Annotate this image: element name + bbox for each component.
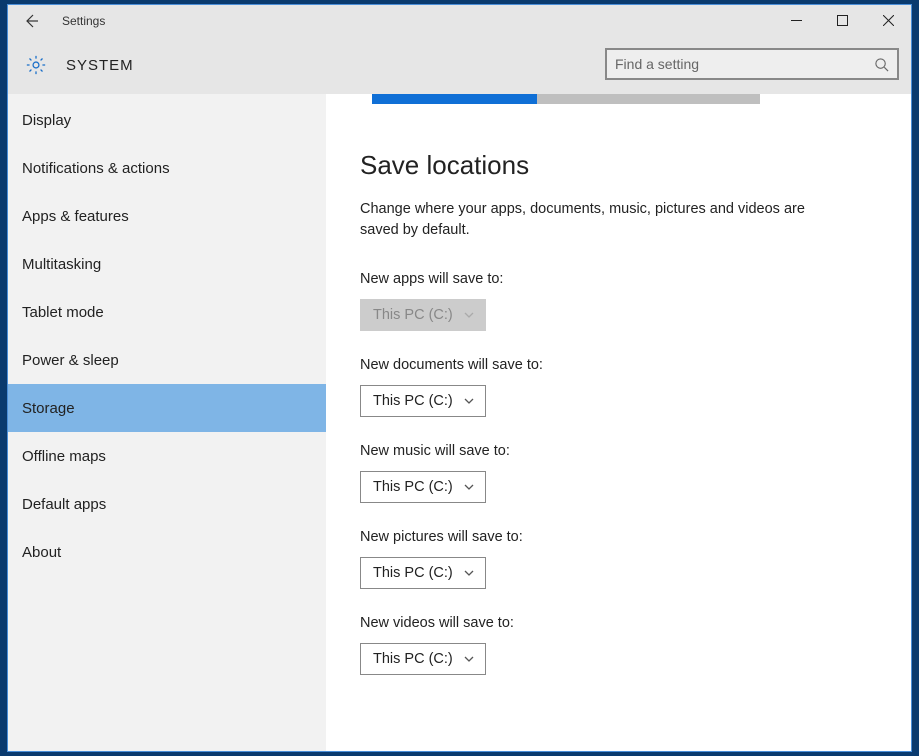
sidebar-item-label: Display — [22, 112, 71, 129]
content-pane: Save locations Change where your apps, d… — [326, 94, 911, 751]
sidebar-item-label: Storage — [22, 400, 75, 417]
chevron-down-icon — [463, 653, 475, 665]
sidebar-item-label: Power & sleep — [22, 352, 119, 369]
dropdown-value: This PC (C:) — [373, 307, 453, 323]
window-title: Settings — [62, 14, 105, 28]
header: SYSTEM Find a setting — [8, 36, 911, 94]
sidebar-item-storage[interactable]: Storage — [8, 384, 326, 432]
location-dropdown[interactable]: This PC (C:) — [360, 643, 486, 675]
chevron-down-icon — [463, 395, 475, 407]
location-dropdown[interactable]: This PC (C:) — [360, 385, 486, 417]
minimize-icon — [791, 15, 802, 26]
sidebar-item-label: Notifications & actions — [22, 160, 170, 177]
field-label: New pictures will save to: — [360, 529, 877, 545]
location-dropdown[interactable]: This PC (C:) — [360, 557, 486, 589]
sidebar: Display Notifications & actions Apps & fea… — [8, 94, 326, 751]
close-button[interactable] — [865, 5, 911, 36]
sidebar-item-notifications-actions[interactable]: Notifications & actions — [8, 144, 326, 192]
save-location-field: New music will save to: This PC (C:) — [360, 443, 877, 503]
dropdown-value: This PC (C:) — [373, 479, 453, 495]
sidebar-item-about[interactable]: About — [8, 528, 326, 576]
search-icon — [874, 57, 889, 72]
arrow-left-icon — [23, 13, 39, 29]
sidebar-item-power-sleep[interactable]: Power & sleep — [8, 336, 326, 384]
section-heading: Save locations — [360, 150, 877, 181]
back-button[interactable] — [8, 5, 54, 36]
gear-icon — [25, 54, 47, 76]
field-label: New videos will save to: — [360, 615, 877, 631]
field-label: New apps will save to: — [360, 271, 877, 287]
storage-usage-bar — [372, 94, 760, 104]
sidebar-item-default-apps[interactable]: Default apps — [8, 480, 326, 528]
maximize-icon — [837, 15, 848, 26]
close-icon — [883, 15, 894, 26]
sidebar-item-label: Apps & features — [22, 208, 129, 225]
page-title: SYSTEM — [66, 57, 134, 74]
maximize-button[interactable] — [819, 5, 865, 36]
section-description: Change where your apps, documents, music… — [360, 199, 830, 241]
titlebar: Settings — [8, 5, 911, 36]
save-location-field: New videos will save to: This PC (C:) — [360, 615, 877, 675]
minimize-button[interactable] — [773, 5, 819, 36]
body: Display Notifications & actions Apps & fea… — [8, 94, 911, 751]
sidebar-item-label: Multitasking — [22, 256, 101, 273]
settings-gear-icon — [24, 53, 48, 77]
save-location-field: New documents will save to: This PC (C:) — [360, 357, 877, 417]
window-controls — [773, 5, 911, 36]
sidebar-item-label: About — [22, 544, 61, 561]
storage-usage-fill — [372, 94, 537, 104]
field-label: New music will save to: — [360, 443, 877, 459]
save-location-field: New apps will save to: This PC (C:) — [360, 271, 877, 331]
search-input[interactable]: Find a setting — [605, 48, 899, 80]
chevron-down-icon — [463, 309, 475, 321]
sidebar-item-multitasking[interactable]: Multitasking — [8, 240, 326, 288]
chevron-down-icon — [463, 567, 475, 579]
field-label: New documents will save to: — [360, 357, 877, 373]
dropdown-value: This PC (C:) — [373, 565, 453, 581]
chevron-down-icon — [463, 481, 475, 493]
sidebar-item-offline-maps[interactable]: Offline maps — [8, 432, 326, 480]
location-dropdown[interactable]: This PC (C:) — [360, 471, 486, 503]
save-location-fields: New apps will save to:This PC (C:)New do… — [360, 271, 877, 675]
sidebar-item-label: Tablet mode — [22, 304, 104, 321]
sidebar-item-label: Offline maps — [22, 448, 106, 465]
location-dropdown: This PC (C:) — [360, 299, 486, 331]
sidebar-item-tablet-mode[interactable]: Tablet mode — [8, 288, 326, 336]
dropdown-value: This PC (C:) — [373, 651, 453, 667]
sidebar-item-label: Default apps — [22, 496, 106, 513]
sidebar-item-apps-features[interactable]: Apps & features — [8, 192, 326, 240]
search-placeholder: Find a setting — [615, 56, 874, 72]
sidebar-item-display[interactable]: Display — [8, 96, 326, 144]
save-location-field: New pictures will save to: This PC (C:) — [360, 529, 877, 589]
settings-window: Settings SYSTEM Find a setting — [7, 4, 912, 752]
dropdown-value: This PC (C:) — [373, 393, 453, 409]
